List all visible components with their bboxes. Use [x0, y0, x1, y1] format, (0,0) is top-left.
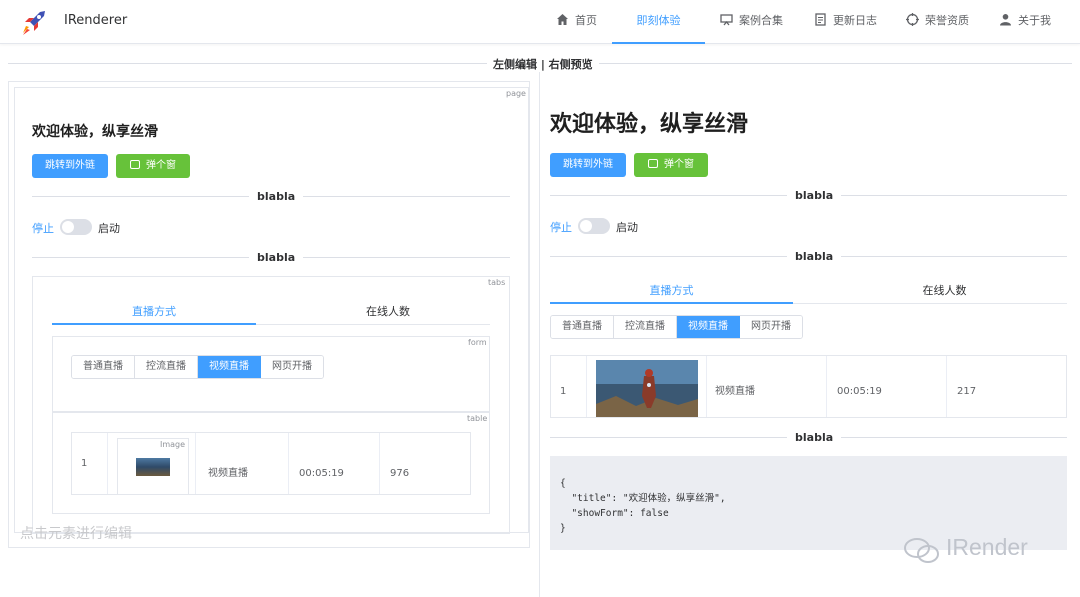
nav-try-now-label: 即刻体验 — [636, 14, 681, 27]
preview-cell-duration: 00:05:19 — [827, 356, 947, 417]
preview-tab-online-count[interactable]: 在线人数 — [823, 282, 1066, 298]
preview-link-button-label: 跳转到外链 — [563, 159, 613, 170]
editor-dialog-button-label: 弹个窗 — [146, 160, 176, 171]
user-icon — [1000, 14, 1011, 26]
nav-changelog-label: 更新日志 — [833, 14, 877, 27]
preview-radio-web[interactable]: 网页开播 — [740, 316, 802, 338]
image-tag: Image — [158, 440, 188, 449]
preview-divider-1-text: blabla — [787, 189, 842, 202]
preview-radio-flow[interactable]: 控流直播 — [614, 316, 677, 338]
preview-tab-active-indicator — [550, 302, 793, 304]
nav-honors-label: 荣誉资质 — [925, 14, 969, 27]
nav-cases-label: 案例合集 — [739, 14, 783, 27]
document-icon — [815, 13, 826, 26]
editor-cell-image: Image — [108, 433, 196, 495]
preview-dialog-button-label: 弹个窗 — [664, 159, 694, 170]
editor-radio-normal[interactable]: 普通直播 — [72, 356, 135, 378]
preview-radio-normal[interactable]: 普通直播 — [551, 316, 614, 338]
message-icon — [130, 160, 140, 169]
editor-tab-active-indicator — [52, 323, 256, 325]
nav-about-label: 关于我 — [1018, 14, 1051, 27]
editor-radio-web[interactable]: 网页开播 — [261, 356, 323, 378]
preview-cell-count: 217 — [957, 386, 977, 397]
preview-divider-2-text: blabla — [787, 250, 842, 263]
editor-thumbnail-image[interactable] — [136, 458, 170, 476]
editor-switch[interactable] — [60, 219, 92, 235]
nav-try-now[interactable]: 即刻体验 — [612, 0, 705, 44]
editor-cell-index: 1 — [72, 433, 108, 494]
watermark-text: IRender — [946, 534, 1028, 560]
preview-cell-index: 1 — [551, 356, 587, 417]
home-icon — [557, 14, 568, 25]
target-icon — [906, 13, 919, 26]
editor-cell-duration: 00:05:19 — [289, 433, 380, 494]
editor-tab-live-mode[interactable]: 直播方式 — [52, 303, 256, 319]
editor-radio-group: 普通直播 控流直播 视频直播 网页开播 — [71, 355, 324, 379]
preview-switch-on-label: 启动 — [616, 221, 638, 234]
preview-radio-group: 普通直播 控流直播 视频直播 网页开播 — [550, 315, 803, 339]
editor-link-button-label: 跳转到外链 — [45, 160, 95, 171]
editor-placeholder: 点击元素进行编辑 — [20, 526, 132, 542]
editor-table-row[interactable]: 1 Image 视频直播 00:05:19 976 — [71, 432, 471, 495]
preview-cell-type: 视频直播 — [707, 356, 827, 417]
preview-cell-image — [587, 356, 707, 417]
editor-radio-flow[interactable]: 控流直播 — [135, 356, 198, 378]
top-navbar: IRenderer 首页 即刻体验 案例合集 更新日志 荣誉资质 关于我 — [0, 0, 1080, 44]
brand-name[interactable]: IRenderer — [64, 13, 127, 28]
preview-dialog-button[interactable]: 弹个窗 — [634, 153, 708, 177]
split-pane-divider[interactable] — [539, 72, 540, 597]
editor-switch-off-label: 停止 — [32, 222, 54, 235]
nav-honors[interactable]: 荣誉资质 — [906, 0, 969, 44]
editor-switch-on-label: 启动 — [98, 222, 120, 235]
preview-table-row[interactable]: 1 视频直播 00:05:19 217 — [550, 355, 1067, 418]
editor-tab-online-count[interactable]: 在线人数 — [286, 303, 490, 319]
editor-cell-count: 976 — [390, 468, 410, 479]
nav-home[interactable]: 首页 — [556, 0, 597, 44]
monitor-icon — [720, 14, 733, 26]
form-tag: form — [466, 338, 489, 347]
editor-divider-2-text: blabla — [249, 251, 304, 264]
preview-link-button[interactable]: 跳转到外链 — [550, 153, 626, 177]
preview-switch-off-label: 停止 — [550, 221, 572, 234]
message-icon — [648, 159, 658, 168]
preview-divider-3-text: blabla — [787, 431, 842, 444]
preview-switch[interactable] — [578, 218, 610, 234]
editor-radio-video[interactable]: 视频直播 — [198, 356, 261, 378]
nav-cases[interactable]: 案例合集 — [720, 0, 783, 44]
preview-radio-video[interactable]: 视频直播 — [677, 316, 740, 338]
editor-cell-type: 视频直播 — [196, 433, 289, 494]
nav-changelog[interactable]: 更新日志 — [814, 0, 877, 44]
preview-thumbnail-image[interactable] — [596, 360, 698, 417]
nav-about[interactable]: 关于我 — [999, 0, 1051, 44]
editor-link-button[interactable]: 跳转到外链 — [32, 154, 108, 178]
wechat-watermark-icon — [903, 537, 941, 565]
tabs-tag: tabs — [486, 278, 508, 287]
preview-title: 欢迎体验，纵享丝滑 — [550, 112, 749, 137]
editor-title[interactable]: 欢迎体验，纵享丝滑 — [32, 121, 158, 141]
header-divider-text: 左侧编辑 | 右侧预览 — [487, 56, 599, 72]
editor-divider-1-text: blabla — [249, 190, 304, 203]
editor-dialog-button[interactable]: 弹个窗 — [116, 154, 190, 178]
page-tag: page — [504, 89, 528, 98]
table-tag: table — [465, 414, 490, 423]
nav-home-label: 首页 — [575, 14, 597, 27]
preview-tab-live-mode[interactable]: 直播方式 — [550, 282, 793, 298]
rocket-logo-icon[interactable] — [18, 8, 48, 38]
